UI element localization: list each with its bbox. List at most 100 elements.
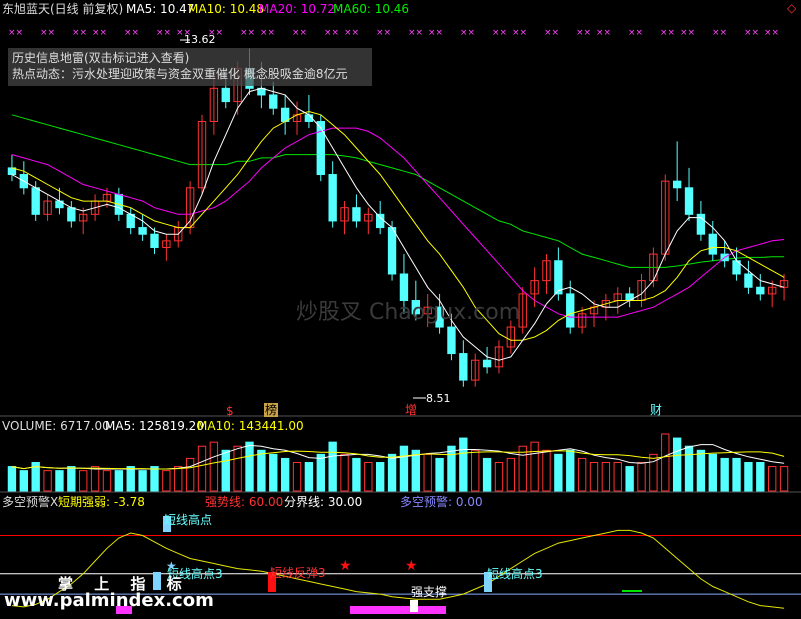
signal-mark: ×× (460, 28, 475, 38)
volume-bar (542, 449, 551, 492)
marker-zeng[interactable]: 增 (405, 403, 417, 417)
candle-body (744, 273, 753, 288)
volume-bar (174, 466, 183, 492)
volume-bar (102, 470, 112, 492)
candle-body (221, 87, 230, 103)
watermark: 炒股叉 Chaogux.com (296, 300, 521, 325)
volume-bar (696, 449, 706, 492)
low-price-label: 8.51 (426, 392, 451, 405)
marker-bang[interactable]: 榜 (264, 403, 279, 417)
volume-bar (387, 453, 397, 492)
signal-mark: ×× (92, 28, 107, 38)
news-line-1: 历史信息地雷(双击标记进入查看) (12, 51, 190, 65)
candle-body (566, 293, 575, 328)
volume-bar (506, 457, 516, 492)
ma20-value: MA20: 10.72 (259, 2, 336, 16)
volume-bar (720, 457, 729, 492)
signal-mark: ×× (544, 28, 559, 38)
candle-body (482, 359, 492, 368)
signal-mark: ×× (40, 28, 55, 38)
volume-bar (304, 462, 314, 492)
volume-bar (126, 466, 135, 492)
volume-bar (744, 462, 753, 492)
volume-bar (138, 470, 147, 492)
volume-bar (7, 466, 17, 492)
volume-bar (233, 445, 242, 492)
volume-ma5: MA5: 125819.20 (105, 419, 204, 433)
signal-mark: ×× (408, 28, 423, 38)
volume-value: VOLUME: 6717.00 (2, 419, 110, 433)
candle-body (138, 227, 147, 235)
volume-bar (577, 457, 587, 492)
star-icon: ★ (339, 558, 352, 574)
volume-bar (316, 453, 325, 492)
volume-bar (518, 445, 527, 492)
volume-bar (399, 445, 409, 492)
marker-cai[interactable]: 财 (650, 403, 662, 417)
signal-mark: ×× (512, 28, 527, 38)
star-icon: ★ (405, 558, 418, 574)
signal-mark: ×× (376, 28, 391, 38)
signal-mark: ×× (628, 28, 643, 38)
label-short-high-3: 短线高点3 (487, 567, 543, 581)
volume-bar (482, 457, 492, 492)
signal-mark: ×× (240, 28, 255, 38)
volume-bar (411, 449, 421, 492)
candle-body (375, 213, 385, 229)
signal-mark: ×× (344, 28, 359, 38)
signal-mark: ×× (680, 28, 695, 38)
volume-bar (649, 453, 658, 492)
candle-body (328, 174, 337, 222)
marker-s[interactable]: $ (226, 404, 234, 418)
candle-body (316, 120, 325, 176)
candle-body (387, 227, 397, 275)
volume-bar (459, 437, 468, 492)
volume-bar (114, 470, 124, 492)
signal-mark: ×× (764, 28, 779, 38)
candle-body (269, 94, 278, 109)
volume-bar (197, 445, 207, 492)
volume-bar (375, 462, 385, 492)
news-overlay[interactable]: 历史信息地雷(双击标记进入查看) 热点动态：污水处理迎政策与资金双重催化 概念股… (8, 48, 372, 86)
ma10-value: MA10: 10.48 (188, 2, 265, 16)
volume-bar (340, 453, 349, 492)
candle-body (352, 207, 361, 222)
signal-mark: ×× (712, 28, 727, 38)
diamond-icon[interactable]: ◇ (787, 1, 796, 15)
volume-bar (566, 449, 575, 492)
volume-bar (435, 457, 444, 492)
label-short-high-1: 短线高点 (164, 513, 213, 527)
candle-body (150, 233, 159, 248)
volume-bar (150, 466, 159, 492)
signal-mark: ×× (428, 28, 443, 38)
volume-bar (352, 457, 361, 492)
candle-body (554, 260, 563, 295)
ma60-value: MA60: 10.46 (333, 2, 410, 16)
high-price-label: 13.62 (184, 33, 216, 46)
signal-mark: ×× (596, 28, 611, 38)
volume-bar (19, 470, 29, 492)
candle-body (459, 353, 468, 381)
volume-bar (67, 466, 76, 492)
volume-bar (209, 441, 219, 492)
volume-bar (79, 470, 88, 492)
signal-mark: ×× (492, 28, 507, 38)
volume-bar (185, 457, 195, 492)
volume-bar (756, 462, 765, 492)
volume-bar (257, 449, 266, 492)
volume-bar (601, 462, 611, 492)
support-band (350, 606, 446, 614)
volume-bar (494, 462, 504, 492)
candle-body (756, 286, 765, 295)
volume-bar (43, 470, 52, 492)
volume-bar (471, 449, 480, 492)
volume-bar (245, 441, 254, 492)
volume-bar (162, 470, 171, 492)
volume-bar (530, 441, 539, 492)
signal-mark: ×× (8, 28, 23, 38)
volume-bar (672, 437, 682, 492)
signal-marks-row: ×× ×× ×× ×× ×× ×× ×× ×× ×× ×× ×× ×× ×× ×× ×× ×× ×× ×× ×× ××… (8, 28, 779, 38)
signal-mark: ×× (260, 28, 275, 38)
volume-bar (55, 470, 64, 492)
site-url: www.palmindex.com (4, 590, 214, 611)
